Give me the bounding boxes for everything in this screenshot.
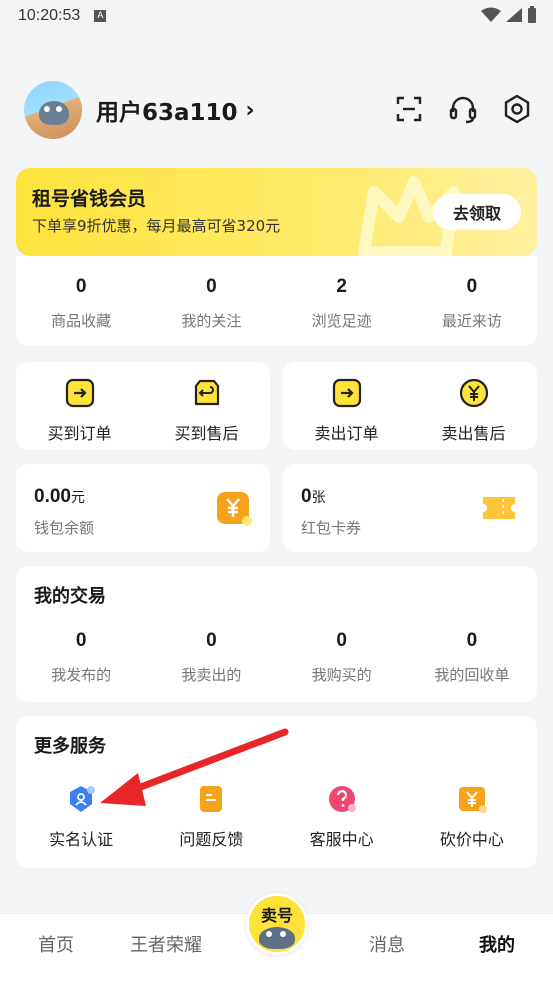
trade-sold[interactable]: 0 我卖出的 <box>146 630 276 685</box>
stat-label: 我的回收单 <box>434 666 510 684</box>
buy-order-button[interactable]: 买到订单 <box>16 378 143 444</box>
sell-orders-card: 卖出订单 卖出售后 <box>283 362 537 450</box>
tab-game[interactable]: 王者荣耀 <box>130 931 202 957</box>
username-text: 用户63a110 <box>96 100 238 126</box>
wallet-label: 钱包余额 <box>34 519 95 537</box>
service-label: 砍价中心 <box>439 830 504 849</box>
trade-published[interactable]: 0 我发布的 <box>16 630 146 685</box>
service-label: 实名认证 <box>49 830 114 849</box>
coupons-label: 红包卡券 <box>301 519 362 537</box>
battery-icon <box>528 6 536 23</box>
yen-circle-icon <box>459 378 489 408</box>
sell-aftersale-label: 卖出售后 <box>441 424 506 443</box>
stat-value: 0 <box>75 276 87 297</box>
buy-orders-card: 买到订单 买到售后 <box>16 362 270 450</box>
service-bargain-center[interactable]: 砍价中心 <box>407 784 537 850</box>
vip-title: 租号省钱会员 <box>32 188 147 210</box>
help-icon <box>328 786 356 812</box>
stat-value: 2 <box>336 276 347 297</box>
coupons-amount-value: 0 <box>301 486 312 507</box>
stat-history[interactable]: 2 浏览足迹 <box>277 276 407 331</box>
yen-tag-icon <box>458 787 487 813</box>
stat-following[interactable]: 0 我的关注 <box>146 276 276 331</box>
tab-home[interactable]: 首页 <box>38 931 74 957</box>
trade-bought[interactable]: 0 我购买的 <box>277 630 407 685</box>
coupons-card[interactable]: 0张 红包卡券 <box>283 464 537 552</box>
wallet-unit: 元 <box>70 489 85 505</box>
buy-order-label: 买到订单 <box>47 424 112 443</box>
feedback-icon <box>200 786 223 812</box>
trade-recycle[interactable]: 0 我的回收单 <box>407 630 537 685</box>
vip-banner[interactable]: 租号省钱会员 下单享9折优惠，每月最高可省320元 去领取 <box>16 168 537 256</box>
signal-icon <box>506 8 522 22</box>
tab-mine[interactable]: 我的 <box>479 931 515 957</box>
claim-button[interactable]: 去领取 <box>433 194 521 230</box>
order-arrow-icon <box>65 378 95 408</box>
my-trades-card: 我的交易 0 我发布的 0 我卖出的 0 我购买的 0 我的回收单 <box>16 566 537 702</box>
customer-service-icon[interactable] <box>446 92 480 126</box>
stat-value: 0 <box>75 630 87 651</box>
stats-card: 0 商品收藏 0 我的关注 2 浏览足迹 0 最近来访 <box>16 256 537 346</box>
crab-mascot-icon <box>259 927 295 949</box>
scan-icon[interactable] <box>392 92 426 126</box>
status-icons <box>481 6 537 24</box>
stat-label: 商品收藏 <box>51 312 112 330</box>
notification-a-icon: A <box>94 10 107 22</box>
buy-aftersale-label: 买到售后 <box>174 424 239 443</box>
order-arrow-icon <box>332 378 362 408</box>
tab-messages[interactable]: 消息 <box>369 931 405 957</box>
service-label: 问题反馈 <box>179 830 244 849</box>
username[interactable]: 用户63a110 › <box>96 93 255 127</box>
chevron-right-icon: › <box>245 97 255 123</box>
stat-value: 0 <box>206 276 217 297</box>
profile-header[interactable]: 用户63a110 › <box>24 80 534 140</box>
status-time: 10:20:53 <box>18 7 81 24</box>
gear-icon[interactable] <box>500 92 534 126</box>
service-customer-center[interactable]: 客服中心 <box>277 784 407 850</box>
shield-user-icon <box>70 786 96 812</box>
stat-value: 0 <box>336 630 347 651</box>
wallet-card[interactable]: 0.00元 钱包余额 <box>16 464 270 552</box>
stat-value: 0 <box>206 630 217 651</box>
service-real-name[interactable]: 实名认证 <box>16 784 146 850</box>
stat-favorites[interactable]: 0 商品收藏 <box>16 276 146 331</box>
wallet-yen-icon <box>217 492 252 526</box>
stat-value: 0 <box>466 630 478 651</box>
service-label: 客服中心 <box>309 830 374 849</box>
buy-aftersale-button[interactable]: 买到售后 <box>143 378 270 444</box>
return-icon <box>192 378 222 408</box>
my-trades-title: 我的交易 <box>34 586 106 607</box>
service-feedback[interactable]: 问题反馈 <box>146 784 276 850</box>
sell-aftersale-button[interactable]: 卖出售后 <box>410 378 537 444</box>
wallet-amount: 0.00元 <box>34 486 85 508</box>
wallet-amount-value: 0.00 <box>34 486 71 507</box>
more-services-title: 更多服务 <box>34 736 106 757</box>
coupons-amount: 0张 <box>301 486 326 508</box>
stat-label: 浏览足迹 <box>311 312 372 330</box>
sell-order-button[interactable]: 卖出订单 <box>283 378 410 444</box>
vip-description: 下单享9折优惠，每月最高可省320元 <box>32 217 281 235</box>
more-services-card: 更多服务 实名认证 问题反馈 客服中心 砍价中心 <box>16 716 537 868</box>
header-actions <box>392 92 534 126</box>
sell-order-label: 卖出订单 <box>314 424 379 443</box>
sell-account-center-button[interactable]: 卖号 <box>246 893 308 955</box>
coupons-unit: 张 <box>311 489 326 505</box>
stat-label: 我发布的 <box>51 666 112 684</box>
avatar[interactable] <box>24 81 82 139</box>
stat-value: 0 <box>466 276 478 297</box>
stat-label: 我的关注 <box>181 312 242 330</box>
tab-mine-label: 我的 <box>479 935 515 956</box>
stat-label: 最近来访 <box>441 312 502 330</box>
stat-label: 我购买的 <box>311 666 372 684</box>
stat-label: 我卖出的 <box>181 666 242 684</box>
status-bar: 10:20:53 A <box>0 0 553 32</box>
center-button-label: 卖号 <box>260 906 293 925</box>
coupon-ticket-icon <box>483 497 515 519</box>
stat-visitors[interactable]: 0 最近来访 <box>407 276 537 331</box>
wifi-icon <box>481 7 501 22</box>
